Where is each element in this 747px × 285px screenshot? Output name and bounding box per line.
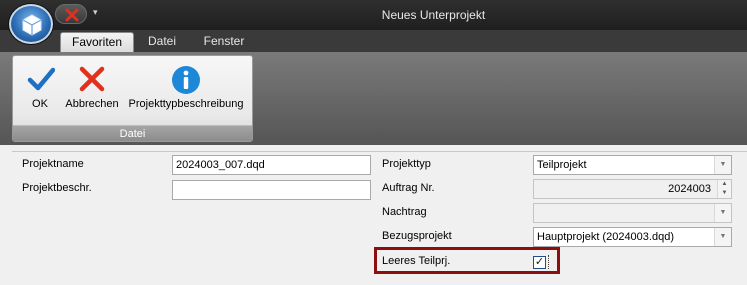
leeres-teilprj-label: Leeres Teilprj. <box>382 255 451 267</box>
projektbeschr-input[interactable] <box>172 180 371 200</box>
bezugsprojekt-label: Bezugsprojekt <box>382 230 452 242</box>
application-menu-button[interactable] <box>9 4 53 44</box>
spin-down-icon[interactable]: ▼ <box>718 189 731 198</box>
projekttypbeschreibung-label: Projekttypbeschreibung <box>128 98 244 110</box>
bezugsprojekt-value: Hauptprojekt (2024003.dqd) <box>537 231 674 243</box>
chevron-down-icon[interactable]: ▼ <box>714 204 731 222</box>
ribbon-group-datei: OK Abbrechen Projekttypbeschreibung Date… <box>12 55 253 142</box>
cancel-button-label: Abbrechen <box>65 98 119 110</box>
cancel-button[interactable]: Abbrechen <box>63 60 121 116</box>
ribbon-panel: OK Abbrechen Projekttypbeschreibung Date… <box>0 52 747 145</box>
nachtrag-label: Nachtrag <box>382 206 427 218</box>
focus-dots <box>548 255 551 269</box>
checkmark-icon <box>27 67 55 91</box>
auftrag-nr-spinner[interactable]: 2024003 ▲ ▼ <box>533 179 732 199</box>
spinner-buttons[interactable]: ▲ ▼ <box>717 180 731 198</box>
tab-datei[interactable]: Datei <box>139 32 185 52</box>
projekttyp-label: Projekttyp <box>382 158 431 170</box>
projekttyp-select[interactable]: Teilprojekt ▼ <box>533 155 732 175</box>
ribbon-tab-row: Favoriten Datei Fenster <box>0 30 747 52</box>
projekttyp-value: Teilprojekt <box>537 159 587 171</box>
cube-icon <box>22 14 42 36</box>
projekttypbeschreibung-button[interactable]: Projekttypbeschreibung <box>123 60 249 116</box>
ribbon-group-label: Datei <box>13 125 252 141</box>
tab-fenster[interactable]: Fenster <box>193 32 255 52</box>
chevron-down-icon[interactable]: ▼ <box>714 228 731 246</box>
chevron-down-icon[interactable]: ▼ <box>714 156 731 174</box>
projektname-label: Projektname <box>22 158 84 170</box>
auftrag-nr-value: 2024003 <box>668 183 711 195</box>
bezugsprojekt-select[interactable]: Hauptprojekt (2024003.dqd) ▼ <box>533 227 732 247</box>
nachtrag-select[interactable]: ▼ <box>533 203 732 223</box>
projektname-input[interactable]: 2024003_007.dqd <box>172 155 371 175</box>
info-icon <box>172 66 200 94</box>
cancel-x-icon <box>79 66 105 92</box>
window-title: Neues Unterprojekt <box>381 8 486 22</box>
ok-button-label: OK <box>32 98 48 110</box>
auftrag-nr-label: Auftrag Nr. <box>382 182 435 194</box>
leeres-teilprj-checkbox[interactable]: ✓ <box>533 256 546 269</box>
title-bar: ▾ Neues Unterprojekt <box>0 0 747 30</box>
projektbeschr-label: Projektbeschr. <box>22 182 92 194</box>
spin-up-icon[interactable]: ▲ <box>718 180 731 189</box>
tab-favoriten[interactable]: Favoriten <box>60 32 134 52</box>
ok-button[interactable]: OK <box>17 60 63 116</box>
